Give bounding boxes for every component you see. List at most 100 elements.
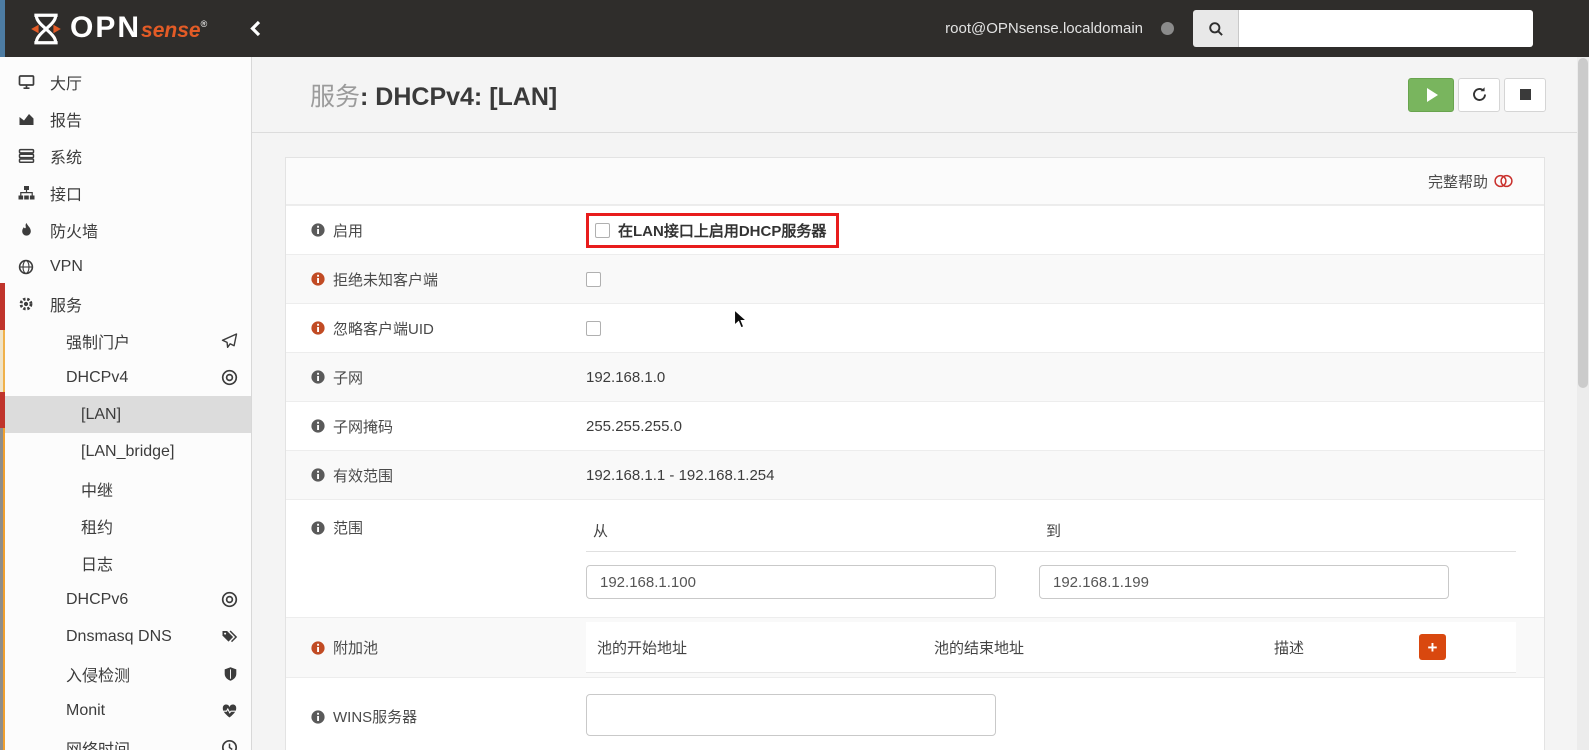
range-from-header: 从 (593, 523, 609, 540)
sidebar-item-lobby[interactable]: 大厅 (0, 63, 251, 100)
chevron-left-icon (250, 20, 261, 37)
fire-icon (15, 222, 37, 238)
sidebar-item-lan[interactable]: [LAN] (0, 396, 251, 433)
field-label: 有效范围 (286, 465, 586, 486)
sidebar-item-intrusion-detection[interactable]: 入侵检测 (0, 655, 251, 692)
field-label: 拒绝未知客户端 (286, 269, 586, 290)
sidebar-item-network-time[interactable]: 网络时间 (0, 729, 251, 750)
shield-icon (223, 666, 238, 682)
sidebar-item-dhcpv4[interactable]: DHCPv4 (0, 359, 251, 396)
enable-dhcp-label[interactable]: 在LAN接口上启用DHCP服务器 (618, 220, 826, 241)
form-row-available-range: 有效范围 192.168.1.1 - 192.168.1.254 (286, 450, 1544, 499)
range-table: 从 到 (586, 514, 1516, 599)
info-icon[interactable] (311, 370, 325, 384)
form-row-subnet: 子网 192.168.1.0 (286, 352, 1544, 401)
opnsense-hourglass-icon (31, 13, 61, 44)
sidebar-item-captive-portal[interactable]: 强制门户 (0, 322, 251, 359)
ignore-uid-checkbox[interactable] (586, 320, 601, 336)
opnsense-logo[interactable]: OPN sense ® (28, 11, 207, 47)
sidebar-item-monit[interactable]: Monit (0, 692, 251, 729)
sidebar-item-relay[interactable]: 中继 (0, 470, 251, 507)
form-row-subnet-mask: 子网掩码 255.255.255.0 (286, 401, 1544, 450)
dhcp-settings-card: 完整帮助 启用 在LAN接口上启用DHCP服务器 拒绝未知客户端 忽略客户端UI… (285, 157, 1545, 750)
sidebar-item-vpn[interactable]: VPN (0, 248, 251, 285)
form-row-deny-unknown: 拒绝未知客户端 (286, 254, 1544, 303)
info-icon[interactable] (311, 419, 325, 433)
pool-end-header: 池的结束地址 (934, 639, 1025, 657)
available-range-value: 192.168.1.1 - 192.168.1.254 (586, 466, 775, 484)
tags-icon (221, 629, 238, 645)
info-icon[interactable] (311, 640, 325, 655)
subnet-value: 192.168.1.0 (586, 368, 666, 386)
info-icon[interactable] (311, 272, 325, 286)
bullseye-icon (221, 369, 238, 386)
sidebar-item-log[interactable]: 日志 (0, 544, 251, 581)
status-dot (1161, 22, 1174, 35)
form-row-ignore-uid: 忽略客户端UID (286, 303, 1544, 352)
pool-table-header: 池的开始地址 池的结束地址 描述 + (586, 622, 1516, 673)
sidebar-item-system[interactable]: 系统 (0, 137, 251, 174)
field-label: 忽略客户端UID (286, 318, 586, 339)
card-header: 完整帮助 (286, 158, 1544, 205)
info-icon[interactable] (311, 709, 325, 724)
field-label: WINS服务器 (286, 694, 586, 727)
service-stop-button[interactable] (1504, 77, 1546, 112)
subnet-mask-value: 255.255.255.0 (586, 417, 682, 435)
range-to-input[interactable] (1039, 565, 1449, 599)
sitemap-icon (15, 185, 37, 201)
field-label: 范围 (286, 514, 586, 538)
form-row-enable: 启用 在LAN接口上启用DHCP服务器 (286, 205, 1544, 254)
search-button[interactable] (1193, 10, 1239, 47)
enable-dhcp-checkbox[interactable] (595, 222, 610, 238)
scrollbar-thumb[interactable] (1578, 58, 1588, 388)
form-row-range: 范围 从 到 (286, 499, 1544, 617)
range-from-input[interactable] (586, 565, 996, 599)
info-icon[interactable] (311, 321, 325, 335)
sidebar-collapse-button[interactable] (249, 20, 261, 37)
bullseye-icon (221, 591, 238, 608)
sidebar-item-interfaces[interactable]: 接口 (0, 174, 251, 211)
pool-start-header: 池的开始地址 (597, 639, 688, 657)
edge-strip-red (0, 283, 5, 330)
wins-servers-input[interactable] (586, 694, 996, 736)
sidebar-item-firewall[interactable]: 防火墙 (0, 211, 251, 248)
field-label: 附加池 (286, 637, 586, 658)
desktop-icon (15, 74, 37, 90)
global-search (1193, 10, 1533, 47)
logged-in-user[interactable]: root@OPNsense.localdomain (945, 20, 1143, 37)
info-icon[interactable] (311, 520, 325, 535)
heartbeat-icon (221, 703, 238, 719)
main-content: 服务: DHCPv4: [LAN] 完整帮助 启用 在LAN接口上启用DHCP服… (252, 57, 1589, 750)
add-pool-button[interactable]: + (1419, 634, 1446, 660)
sidebar-nav: 大厅 报告 系统 接口 防火墙 VPN 服务 强制门户 DHCPv4 [LAN]… (0, 57, 252, 750)
toggle-off-icon[interactable] (1493, 174, 1514, 188)
sidebar-item-dnsmasq[interactable]: Dnsmasq DNS (0, 618, 251, 655)
sidebar-item-reporting[interactable]: 报告 (0, 100, 251, 137)
sidebar-item-lan-bridge[interactable]: [LAN_bridge] (0, 433, 251, 470)
service-actions (1408, 77, 1546, 112)
search-icon (1208, 21, 1223, 36)
field-label: 子网 (286, 367, 586, 388)
sidebar-item-leases[interactable]: 租约 (0, 507, 251, 544)
service-restart-button[interactable] (1458, 77, 1500, 112)
vertical-scrollbar[interactable] (1577, 57, 1589, 750)
sidebar-item-services[interactable]: 服务 (0, 285, 251, 322)
sidebar-item-dhcpv6[interactable]: DHCPv6 (0, 581, 251, 618)
info-icon[interactable] (311, 223, 325, 237)
field-label: 启用 (286, 220, 586, 241)
stop-icon (1519, 89, 1531, 100)
topbar: OPN sense ® root@OPNsense.localdomain (0, 0, 1589, 57)
full-help-label[interactable]: 完整帮助 (1428, 171, 1488, 192)
edge-strip-red (0, 392, 5, 428)
info-icon[interactable] (311, 468, 325, 482)
search-input[interactable] (1239, 10, 1533, 47)
service-start-button[interactable] (1408, 77, 1454, 112)
play-icon (1427, 87, 1438, 102)
pool-description-header: 描述 (1274, 639, 1305, 657)
highlight-annotation-box: 在LAN接口上启用DHCP服务器 (586, 212, 840, 248)
range-to-header: 到 (1046, 523, 1062, 540)
paper-plane-icon (221, 332, 238, 349)
field-label: 子网掩码 (286, 416, 586, 437)
form-row-wins-servers: WINS服务器 (286, 677, 1544, 750)
deny-unknown-checkbox[interactable] (586, 271, 601, 287)
